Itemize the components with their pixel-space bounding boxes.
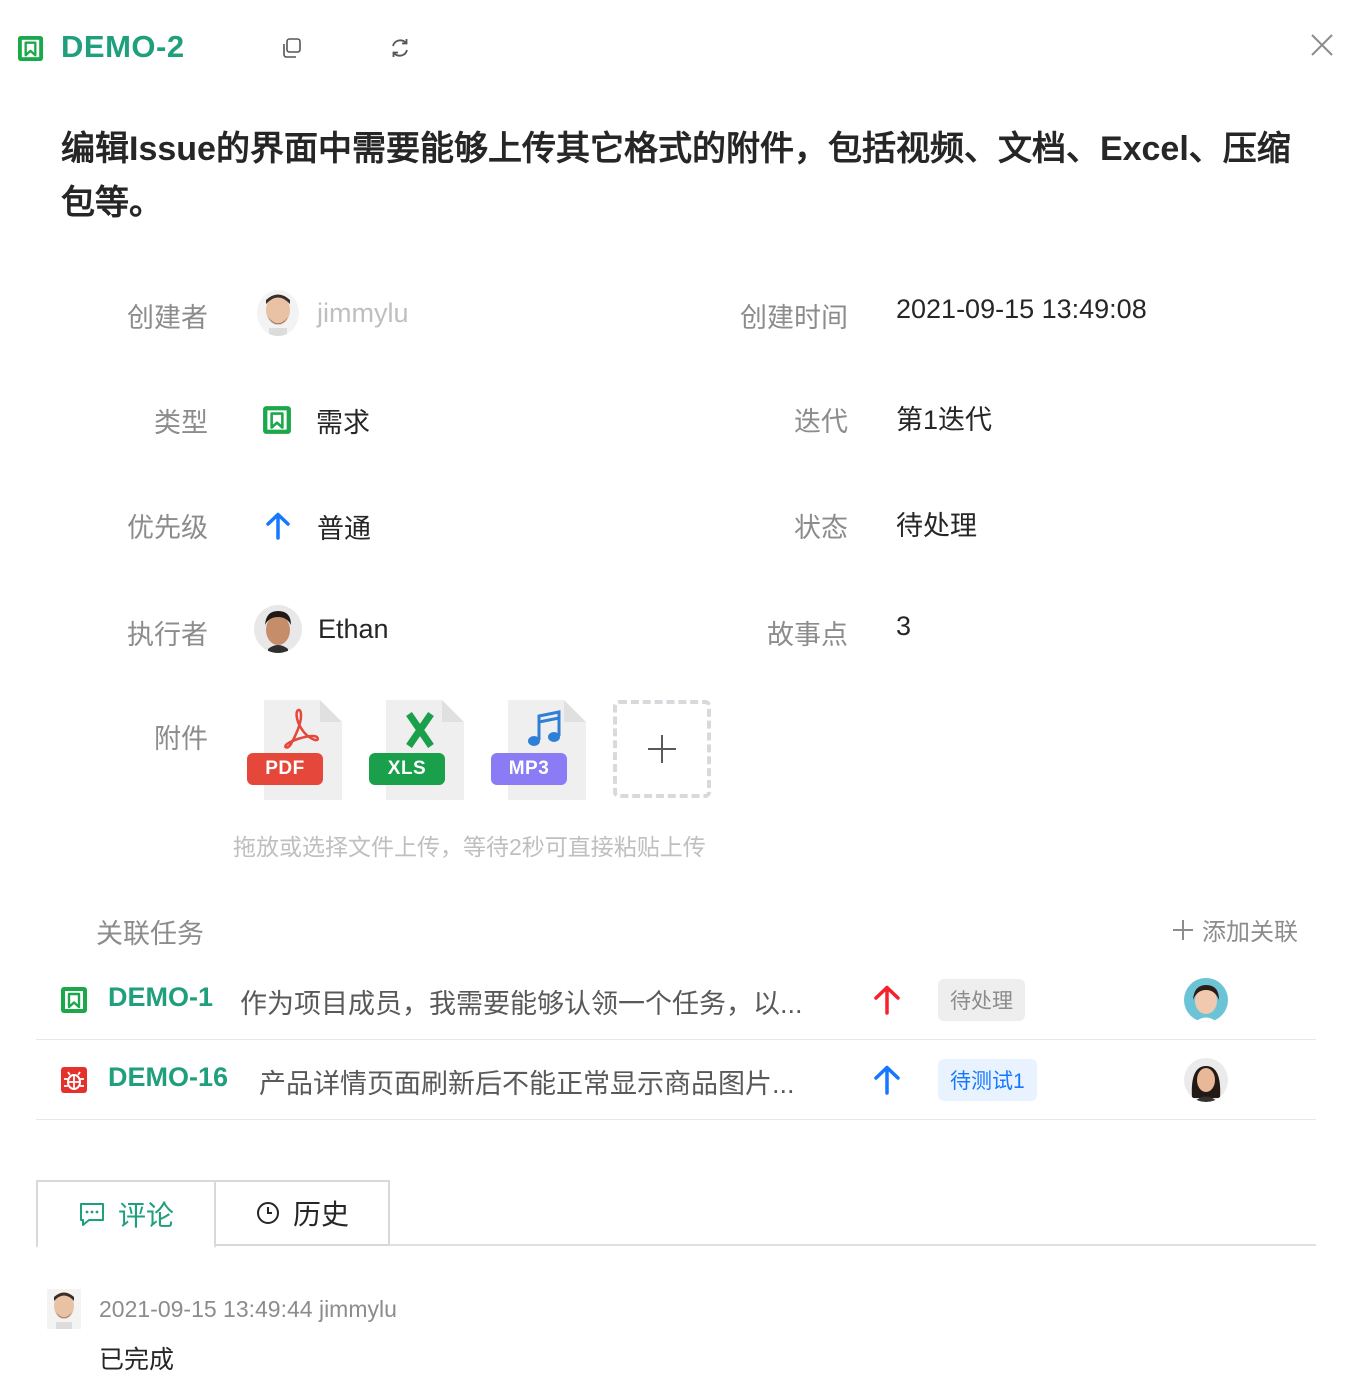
status-value[interactable]: 待处理 bbox=[896, 504, 977, 543]
priority-text: 普通 bbox=[317, 513, 371, 544]
assignee-value[interactable]: Ethan bbox=[254, 605, 389, 653]
iteration-value[interactable]: 第1迭代 bbox=[896, 398, 992, 437]
tab-comments-label: 评论 bbox=[117, 1200, 174, 1231]
music-icon bbox=[528, 710, 561, 746]
type-value[interactable]: 需求 bbox=[262, 397, 370, 443]
plus-icon bbox=[1173, 919, 1193, 940]
attachments-label: 附件 bbox=[154, 724, 208, 754]
type-label: 类型 bbox=[154, 408, 208, 438]
created-time-value: 2021-09-15 13:49:08 bbox=[896, 294, 1147, 324]
attachment-list: PDF XLS MP3 bbox=[247, 700, 711, 800]
task-key[interactable]: DEMO-16 bbox=[108, 1062, 228, 1093]
issue-header: DEMO-2 bbox=[0, 0, 1354, 96]
type-text: 需求 bbox=[316, 407, 370, 438]
story-points-label: 故事点 bbox=[767, 620, 848, 650]
story-bookmark-icon bbox=[61, 987, 87, 1013]
task-assignee-avatar bbox=[1184, 1058, 1228, 1102]
attachment-pdf[interactable]: PDF bbox=[247, 700, 342, 800]
priority-label: 优先级 bbox=[127, 513, 208, 543]
arrow-up-icon bbox=[266, 512, 290, 540]
status-label: 状态 bbox=[794, 513, 848, 543]
assignee-name: Ethan bbox=[318, 613, 389, 644]
task-title[interactable]: 产品详情页面刷新后不能正常显示商品图片... bbox=[259, 1062, 795, 1101]
task-key[interactable]: DEMO-1 bbox=[108, 982, 213, 1013]
detail-tabs: 评论 历史 bbox=[36, 1180, 1316, 1248]
add-relation-label: 添加关联 bbox=[1202, 919, 1298, 946]
file-badge-xls: XLS bbox=[369, 753, 445, 785]
upload-hint: 拖放或选择文件上传，等待2秒可直接粘贴上传 bbox=[233, 834, 706, 860]
issue-title[interactable]: 编辑Issue的界面中需要能够上传其它格式的附件，包括视频、文档、Excel、压… bbox=[61, 122, 1301, 230]
plus-icon bbox=[648, 735, 676, 763]
add-relation-button[interactable]: 添加关联 bbox=[1172, 912, 1298, 947]
upload-button[interactable] bbox=[613, 700, 711, 798]
arrow-up-icon bbox=[874, 985, 900, 1015]
excel-icon bbox=[406, 712, 434, 748]
related-tasks-title: 关联任务 bbox=[96, 919, 204, 949]
copy-icon[interactable] bbox=[279, 35, 305, 61]
file-badge-mp3: MP3 bbox=[491, 753, 567, 785]
story-points-value[interactable]: 3 bbox=[896, 611, 911, 642]
pdf-icon bbox=[284, 708, 319, 749]
comment-author-avatar bbox=[47, 1289, 81, 1329]
refresh-icon[interactable] bbox=[387, 35, 413, 61]
tab-comments[interactable]: 评论 bbox=[36, 1180, 216, 1248]
tab-history[interactable]: 历史 bbox=[214, 1180, 390, 1246]
comment-icon bbox=[79, 1203, 104, 1226]
assignee-avatar bbox=[254, 605, 302, 653]
story-bookmark-icon bbox=[263, 406, 291, 434]
creator-avatar bbox=[257, 290, 299, 336]
file-badge-pdf: PDF bbox=[247, 753, 323, 785]
creator-name[interactable]: jimmylu bbox=[317, 298, 409, 329]
task-status-badge[interactable]: 待处理 bbox=[938, 979, 1025, 1021]
arrow-up-icon bbox=[874, 1065, 900, 1095]
attachment-xls[interactable]: XLS bbox=[369, 700, 464, 800]
priority-value[interactable]: 普通 bbox=[264, 503, 371, 549]
task-assignee-avatar bbox=[1184, 978, 1228, 1022]
close-icon[interactable] bbox=[1307, 30, 1337, 60]
iteration-label: 迭代 bbox=[794, 407, 848, 437]
tab-history-label: 历史 bbox=[292, 1199, 349, 1230]
issue-key: DEMO-2 bbox=[61, 29, 185, 64]
comment-body: 已完成 bbox=[99, 1346, 175, 1374]
related-task-row[interactable]: DEMO-16 产品详情页面刷新后不能正常显示商品图片... 待测试1 bbox=[36, 1040, 1316, 1120]
attachment-mp3[interactable]: MP3 bbox=[491, 700, 586, 800]
task-title[interactable]: 作为项目成员，我需要能够认领一个任务，以... bbox=[240, 982, 803, 1021]
story-bookmark-icon bbox=[17, 35, 44, 62]
comment-meta: 2021-09-15 13:49:44 jimmylu bbox=[99, 1296, 397, 1322]
task-status-badge[interactable]: 待测试1 bbox=[938, 1059, 1037, 1101]
creator-label: 创建者 bbox=[127, 303, 208, 333]
clock-icon bbox=[256, 1202, 279, 1224]
creator-value: jimmylu bbox=[257, 290, 409, 336]
created-time-label: 创建时间 bbox=[740, 303, 848, 333]
assignee-label: 执行者 bbox=[127, 620, 208, 650]
bug-icon bbox=[61, 1067, 87, 1093]
related-task-row[interactable]: DEMO-1 作为项目成员，我需要能够认领一个任务，以... 待处理 bbox=[36, 960, 1316, 1040]
